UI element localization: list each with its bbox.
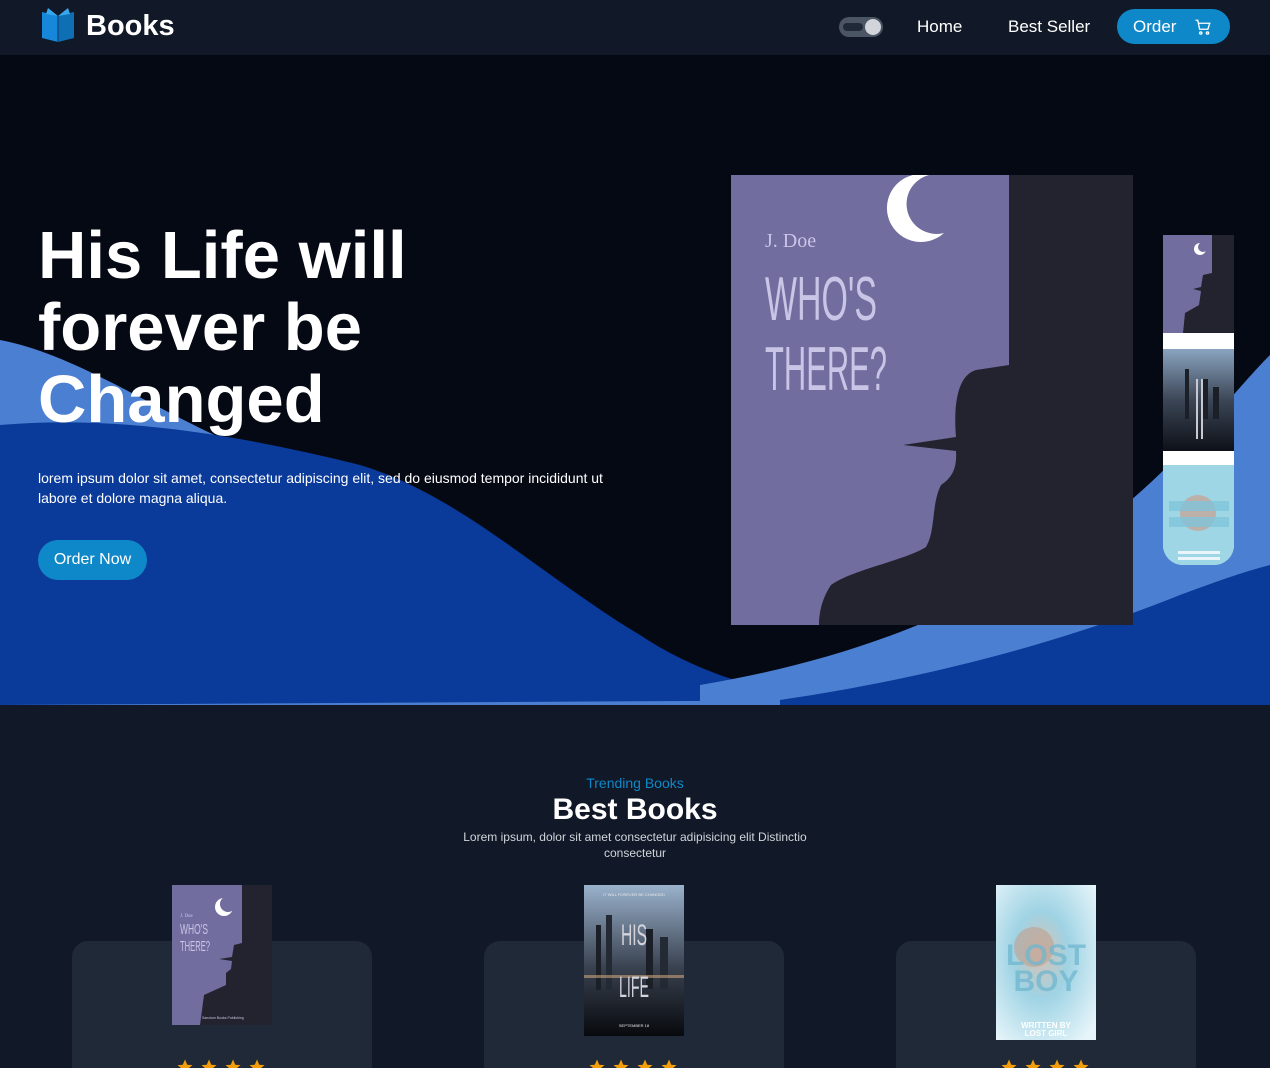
hero-title: His Life will forever be Changed — [38, 218, 407, 437]
book-cover-lost-boy[interactable]: LOST BOY WRITTEN BY LOST GIRL — [996, 885, 1096, 1040]
star-icon — [177, 1059, 193, 1068]
rating-stars — [176, 1058, 266, 1068]
book-cover-title-line2: BOY — [1013, 965, 1078, 998]
brand-logo[interactable]: Books — [38, 8, 175, 44]
order-now-button[interactable]: Order Now — [38, 540, 147, 580]
thumbnail-whos-there[interactable] — [1163, 235, 1234, 333]
featured-cover-title-line2: THERE? — [765, 335, 887, 404]
hero-section: His Life will forever be Changed lorem i… — [0, 55, 1270, 705]
book-cover-author: J. Doe — [180, 914, 194, 919]
book-cover-date: SEPTEMBER 18 — [619, 1023, 650, 1028]
thumbnail-lost-boy[interactable] — [1163, 465, 1234, 565]
star-icon — [613, 1059, 629, 1068]
book-cover-his-life[interactable]: IT WILL FOREVER BE CHANGED HIS LIFE SEPT… — [584, 885, 684, 1036]
featured-cover-author: J. Doe — [765, 230, 816, 252]
trending-description: Lorem ipsum, dolor sit amet consectetur … — [463, 830, 807, 860]
star-icon — [1001, 1059, 1017, 1068]
star-icon — [1073, 1059, 1089, 1068]
cover-thumbnail-strip — [1163, 235, 1234, 565]
star-icon — [661, 1059, 677, 1068]
order-button[interactable]: Order — [1117, 9, 1230, 44]
hero-description: lorem ipsum dolor sit amet, consectetur … — [38, 470, 603, 506]
theme-toggle-icon — [865, 19, 881, 35]
trending-eyebrow: Trending Books — [586, 775, 684, 791]
star-icon — [225, 1059, 241, 1068]
book-cover-title-line2: LIFE — [619, 971, 649, 1004]
rating-stars — [588, 1058, 678, 1068]
thumbnail-his-life[interactable] — [1163, 349, 1234, 451]
rating-stars — [1000, 1058, 1090, 1068]
star-icon — [1025, 1059, 1041, 1068]
star-icon — [249, 1059, 265, 1068]
nav-link-best-seller[interactable]: Best Seller — [1008, 17, 1090, 37]
order-button-label: Order — [1133, 16, 1177, 36]
nav-link-home[interactable]: Home — [917, 17, 962, 37]
book-cover-publisher: Sanctum Books Publishing — [202, 1016, 244, 1020]
book-cover-title-line1: WHO'S — [180, 921, 208, 938]
cart-icon — [1195, 19, 1212, 35]
brand-name: Books — [86, 9, 175, 42]
navbar: Books Home Best Seller Order — [0, 0, 1270, 55]
featured-book-cover[interactable]: J. Doe WHO'S THERE? — [731, 175, 1133, 625]
theme-toggle[interactable] — [839, 17, 883, 37]
star-icon — [589, 1059, 605, 1068]
star-icon — [201, 1059, 217, 1068]
book-cover-tagline: IT WILL FOREVER BE CHANGED — [603, 892, 665, 897]
star-icon — [1049, 1059, 1065, 1068]
book-cover-whos-there[interactable]: J. Doe WHO'S THERE? Sanctum Books Publis… — [172, 885, 272, 1025]
trending-title: Best Books — [552, 793, 718, 826]
featured-cover-title-line1: WHO'S — [765, 265, 877, 334]
book-cover-title-line1: HIS — [621, 919, 647, 952]
open-book-logo-icon — [42, 8, 74, 42]
star-icon — [637, 1059, 653, 1068]
book-cover-title-line2: THERE? — [180, 938, 210, 955]
book-cover-credit-line2: LOST GIRL — [1025, 1029, 1068, 1038]
